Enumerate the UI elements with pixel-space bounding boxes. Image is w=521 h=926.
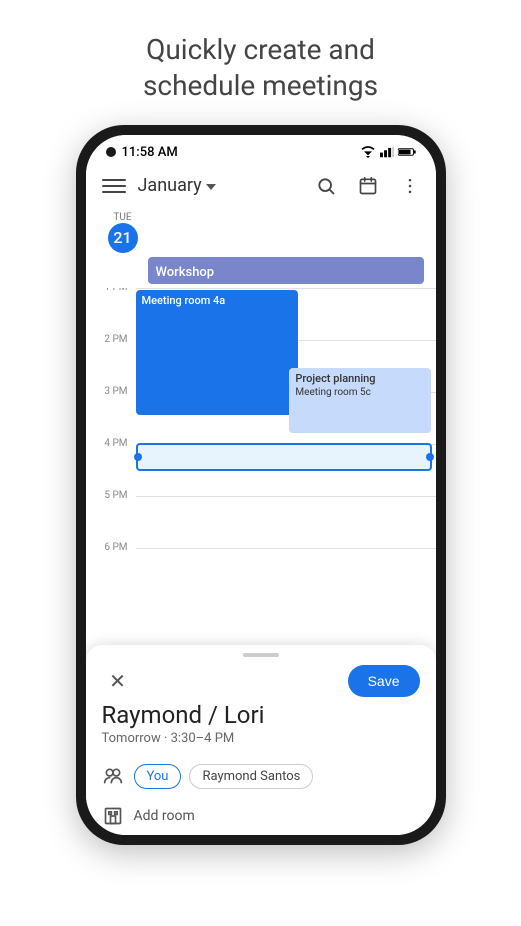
sheet-handle — [243, 653, 279, 657]
add-room-row[interactable]: Add room — [86, 797, 436, 835]
more-icon[interactable] — [396, 172, 424, 200]
chevron-down-icon — [206, 184, 216, 190]
calendar-day-header: TUE 21 — [86, 208, 436, 253]
attendees-icon — [102, 765, 124, 787]
time-line-2pm — [136, 340, 436, 392]
time-line-5pm — [136, 496, 436, 548]
sheet-top-row: ✕ Save — [86, 665, 436, 701]
chip-raymond[interactable]: Raymond Santos — [189, 764, 313, 789]
status-icons — [360, 146, 416, 158]
add-room-text: Add room — [134, 808, 195, 824]
day-label: TUE — [113, 212, 131, 223]
time-line-6pm — [136, 548, 436, 600]
signal-icon — [380, 146, 394, 158]
time-row-1pm: 1 PM — [86, 288, 436, 340]
battery-icon — [398, 146, 416, 158]
time-line-3pm — [136, 392, 436, 444]
phone-frame: 11:58 AM — [76, 125, 446, 845]
time-label-3pm: 3 PM — [86, 386, 136, 397]
status-bar: 11:58 AM — [86, 135, 436, 164]
day-number-col: TUE 21 — [98, 212, 148, 253]
time-line-4pm — [136, 444, 436, 496]
month-title[interactable]: January — [138, 175, 312, 196]
all-day-event[interactable]: Workshop — [148, 257, 424, 284]
time-line-1pm — [136, 288, 436, 340]
search-icon[interactable] — [312, 172, 340, 200]
time-row-5pm: 5 PM — [86, 496, 436, 548]
time-label-6pm: 6 PM — [86, 542, 136, 553]
time-label-1pm: 1 PM — [86, 288, 136, 293]
attendees-row: You Raymond Santos — [86, 756, 436, 797]
save-button[interactable]: Save — [348, 665, 420, 697]
time-row-2pm: 2 PM — [86, 340, 436, 392]
app-bar: January — [86, 164, 436, 208]
close-button[interactable]: ✕ — [102, 665, 134, 697]
time-row-4pm: 4 PM — [86, 444, 436, 496]
wifi-icon — [360, 146, 376, 158]
calendar-icon[interactable] — [354, 172, 382, 200]
hero-title: Quickly create and schedule meetings — [103, 0, 418, 125]
all-day-event-text: Workshop — [156, 265, 215, 280]
time-row-6pm: 6 PM — [86, 548, 436, 600]
hamburger-icon[interactable] — [98, 170, 130, 202]
status-time: 11:58 AM — [122, 145, 178, 160]
event-time: Tomorrow · 3:30–4 PM — [86, 731, 436, 756]
time-label-2pm: 2 PM — [86, 334, 136, 345]
phone-screen: 11:58 AM — [86, 135, 436, 835]
time-grid: 1 PM 2 PM 3 PM 4 PM 5 PM 6 PM — [86, 288, 436, 645]
status-left: 11:58 AM — [106, 145, 178, 160]
room-icon — [102, 805, 124, 827]
time-label-4pm: 4 PM — [86, 438, 136, 449]
chip-you[interactable]: You — [134, 764, 182, 789]
camera-dot — [106, 147, 116, 157]
day-circle[interactable]: 21 — [108, 223, 138, 253]
bottom-sheet: ✕ Save Raymond / Lori Tomorrow · 3:30–4 … — [86, 645, 436, 835]
time-label-5pm: 5 PM — [86, 490, 136, 501]
app-bar-actions — [312, 172, 424, 200]
attendee-chips: You Raymond Santos — [134, 764, 314, 789]
event-name: Raymond / Lori — [86, 701, 436, 731]
time-row-3pm: 3 PM — [86, 392, 436, 444]
